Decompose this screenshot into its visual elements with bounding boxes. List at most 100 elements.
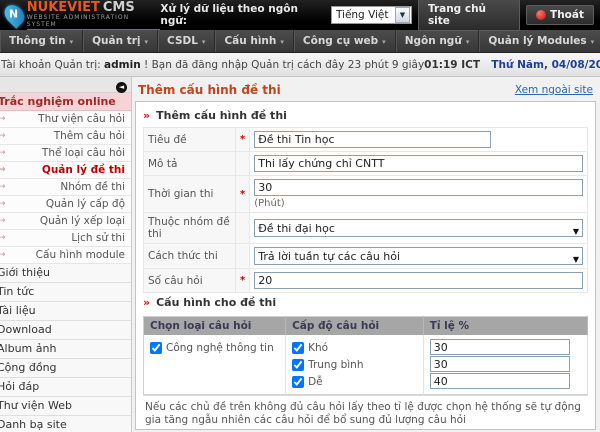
view-site-link[interactable]: Xem ngoài site <box>515 84 593 96</box>
arrow-right-icon: → <box>0 230 6 246</box>
sidebar-item-cau-hinh-module[interactable]: →Cấu hình module <box>0 247 131 264</box>
form-heading: » Thêm cấu hình đề thi <box>143 109 287 122</box>
sidebar-section-gioi-thieu[interactable]: Giới thiệu <box>0 264 131 283</box>
menu-ngon-ngu[interactable]: Ngôn ngữ ▾ <box>396 30 480 52</box>
chevron-down-icon: ▾ <box>69 38 74 46</box>
ratio-note-text: Nếu các chủ đề trên không đủ câu hỏi lấy… <box>143 395 588 429</box>
menu-cong-cu-web[interactable]: Công cụ web ▾ <box>294 30 396 52</box>
table-row: Công nghệ thông tin Khó Trung bình Dễ 30… <box>143 335 589 395</box>
ratio-medium-input[interactable] <box>429 356 570 372</box>
config-heading: » Cấu hình cho đề thi <box>143 296 277 309</box>
session-info: Tài khoản Quản trị: admin ! Bạn đã đăng … <box>1 58 425 71</box>
menu-quan-ly-modules[interactable]: Quản lý Modules ▾ <box>479 30 600 52</box>
duration-label: Thời gian thi <box>143 175 236 213</box>
exam-group-select-value: Đề thi đại học <box>258 222 335 235</box>
table-row: Tiêu đề * <box>143 127 588 152</box>
arrow-right-icon: → <box>0 213 6 229</box>
form-panel: »Thêm cấu hình đề thi Tiêu đề * Mô tả Th… <box>135 101 596 430</box>
sidebar-section-thu-vien-web[interactable]: Thư viện Web <box>0 397 131 416</box>
chevron-down-icon: ▾ <box>144 38 149 46</box>
mode-label: Cách thức thi <box>143 243 236 269</box>
question-count-input[interactable] <box>254 272 583 289</box>
page-title: Thêm cấu hình đề thi <box>138 83 281 97</box>
level-hard-label: Khó <box>308 341 329 354</box>
level-medium-row: Trung bình <box>292 356 417 373</box>
table-header-row: Chọn loại câu hỏi Cấp độ câu hỏi Tỉ lệ % <box>143 316 589 335</box>
table-row: Số câu hỏi * <box>143 268 588 293</box>
description-input[interactable] <box>254 155 583 172</box>
clock-time: 01:19 ICT <box>424 58 481 71</box>
menu-thong-tin[interactable]: Thông tin ▾ <box>0 30 84 52</box>
sidebar-item-them-cau-hoi[interactable]: →Thêm câu hỏi <box>0 128 131 145</box>
logout-button[interactable]: Thoát <box>526 5 594 25</box>
col-ratio-header: Tỉ lệ % <box>423 316 589 335</box>
title-input[interactable] <box>254 131 492 148</box>
menu-cau-hinh[interactable]: Cấu hình ▾ <box>215 30 294 52</box>
topic-checkbox-row: Công nghệ thông tin <box>150 339 279 356</box>
language-select[interactable]: Tiếng Việt ▼ <box>330 6 412 24</box>
logo-name: NUKEVIET <box>26 0 100 15</box>
sidebar-section-cong-dong[interactable]: Cộng đồng <box>0 359 131 378</box>
sidebar-item-thu-vien-cau-hoi[interactable]: →Thư viện câu hỏi <box>0 111 131 128</box>
col-level-header: Cấp độ câu hỏi <box>285 316 424 335</box>
arrow-right-icon: → <box>0 179 6 195</box>
arrow-right-icon: → <box>0 162 6 178</box>
logo-cms: CMS <box>102 0 135 15</box>
menu-csdl[interactable]: CSDL ▾ <box>158 30 216 52</box>
sidebar-item-lich-su-thi[interactable]: →Lịch sử thi <box>0 230 131 247</box>
ratio-easy-input[interactable] <box>429 373 570 389</box>
sidebar-item-quan-ly-xep-loai[interactable]: →Quản lý xếp loại <box>0 213 131 230</box>
main-content: Thêm cấu hình đề thi Xem ngoài site » Thê… <box>132 77 600 432</box>
required-asterisk: * <box>234 127 251 152</box>
title-label: Tiêu đề <box>143 127 236 152</box>
topic-label: Công nghệ thông tin <box>166 341 274 354</box>
question-count-label: Số câu hỏi <box>143 268 236 293</box>
sidebar-item-quan-ly-cap-do[interactable]: →Quản lý cấp độ <box>0 196 131 213</box>
exam-group-select[interactable]: Đề thi đại học ▼ <box>254 219 583 237</box>
sidebar-section-danh-ba-site[interactable]: Danh bạ site <box>0 416 131 432</box>
chevron-down-icon: ▾ <box>382 38 386 46</box>
menu-quan-tri[interactable]: Quản trị ▾ <box>83 30 159 52</box>
exam-mode-select[interactable]: Trả lời tuần tự các câu hỏi ▼ <box>254 247 583 265</box>
site-home-button[interactable]: Trang chủ site <box>417 0 521 31</box>
level-medium-checkbox[interactable] <box>292 358 305 371</box>
sidebar-section-tai-lieu[interactable]: Tài liệu <box>0 302 131 321</box>
sidebar-section-download[interactable]: Download <box>0 321 131 340</box>
exam-config-form: Tiêu đề * Mô tả Thời gian thi * (Phút) <box>143 127 588 293</box>
table-row: Mô tả <box>143 151 588 176</box>
level-easy-label: Dễ <box>308 375 323 388</box>
sidebar-section-hoi-dap[interactable]: Hỏi đáp <box>0 378 131 397</box>
level-easy-checkbox[interactable] <box>292 375 305 388</box>
table-row: Thuộc nhóm đề thi Đề thi đại học ▼ <box>143 212 588 244</box>
ratio-hard-input[interactable] <box>429 339 570 355</box>
question-ratio-table: Chọn loại câu hỏi Cấp độ câu hỏi Tỉ lệ %… <box>143 316 589 395</box>
arrow-right-icon: → <box>0 196 6 212</box>
language-label: Xử lý dữ liệu theo ngôn ngữ: <box>160 3 298 27</box>
sidebar-item-quan-ly-de-thi[interactable]: →Quản lý đề thi <box>0 162 131 179</box>
arrow-right-icon: → <box>0 247 6 263</box>
table-row: Thời gian thi * (Phút) <box>143 175 588 213</box>
description-label: Mô tả <box>143 151 236 176</box>
bullet-icon: » <box>143 296 151 309</box>
exam-mode-select-value: Trả lời tuần tự các câu hỏi <box>258 250 401 263</box>
logo-letter: N <box>8 7 19 21</box>
sidebar-module-header[interactable]: Trắc nghiệm online <box>0 93 131 111</box>
sidebar-collapse-button[interactable]: ◄ <box>116 82 127 93</box>
nukeviet-logo: N NUKEVIET CMS WEBSITE ADMINISTRATION SYS… <box>0 0 161 30</box>
admin-menubar: Thông tin ▾ Quản trị ▾ CSDL ▾ Cấu hình ▾ Côn… <box>0 30 600 53</box>
required-asterisk <box>234 212 251 244</box>
session-status-bar: Tài khoản Quản trị: admin ! Bạn đã đăng … <box>0 53 600 77</box>
level-hard-checkbox[interactable] <box>292 341 305 354</box>
sidebar-item-nhom-de-thi[interactable]: →Nhóm đề thi <box>0 179 131 196</box>
sidebar-item-the-loai-cau-hoi[interactable]: →Thể loại câu hỏi <box>0 145 131 162</box>
logo-flame-icon: N <box>0 1 29 29</box>
topic-checkbox[interactable] <box>150 341 162 354</box>
sidebar-section-album-anh[interactable]: Album ảnh <box>0 340 131 359</box>
site-home-label: Trang chủ site <box>427 3 487 27</box>
duration-input[interactable] <box>254 179 583 196</box>
language-select-value: Tiếng Việt <box>335 9 389 21</box>
sidebar-section-tin-tuc[interactable]: Tin tức <box>0 283 131 302</box>
table-row: Cách thức thi Trả lời tuần tự các câu hỏ… <box>143 243 588 269</box>
required-asterisk: * <box>234 175 251 213</box>
top-header-bar: N NUKEVIET CMS WEBSITE ADMINISTRATION SYS… <box>0 0 600 31</box>
